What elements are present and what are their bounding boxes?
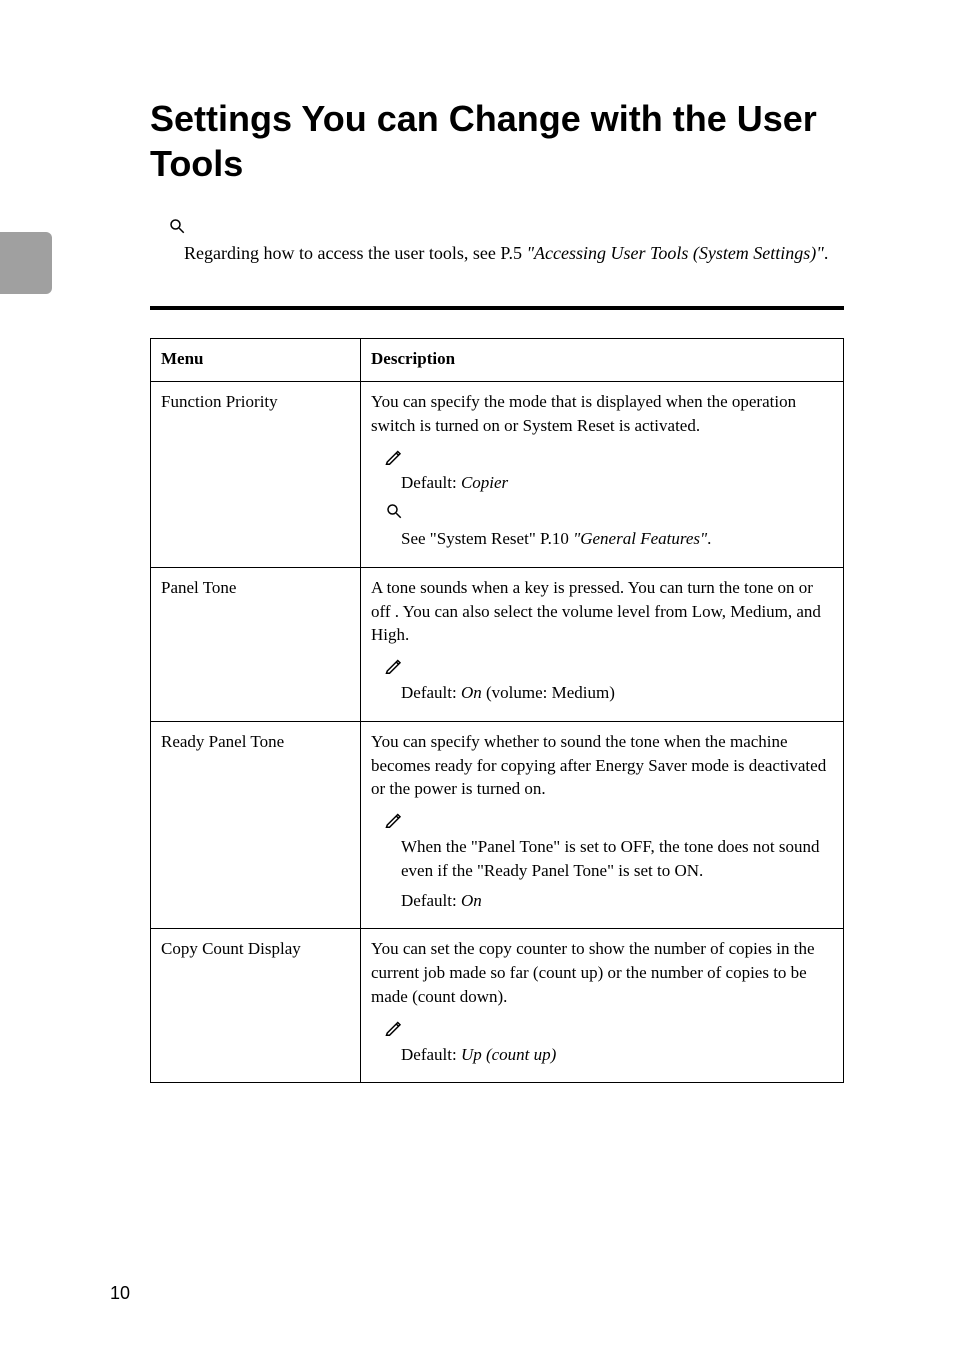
note-after: (volume: Medium) <box>482 683 615 702</box>
note-block: Default: On (volume: Medium) <box>385 655 833 705</box>
note-icon <box>385 446 833 470</box>
table-row: Copy Count Display You can set the copy … <box>151 929 844 1083</box>
note-block: Default: Copier <box>385 446 833 496</box>
reference-page: P.5 <box>500 243 526 263</box>
table-header-menu: Menu <box>151 339 361 382</box>
ref-italic: "General Features" <box>573 529 707 548</box>
note-italic: Up (count up) <box>461 1045 556 1064</box>
section-divider <box>150 306 844 310</box>
note-icon <box>385 1017 833 1041</box>
menu-cell: Ready Panel Tone <box>151 721 361 929</box>
note-line: Default: Up (count up) <box>385 1043 833 1067</box>
note-italic: On <box>461 683 482 702</box>
note-block: Default: Up (count up) <box>385 1017 833 1067</box>
note-para: When the "Panel Tone" is set to OFF, the… <box>385 835 833 883</box>
note-italic: Copier <box>461 473 508 492</box>
table-header-description: Description <box>361 339 844 382</box>
note-before: Default: <box>401 683 461 702</box>
reference-icon <box>168 214 844 240</box>
reference-before: Regarding how to access the user tools, … <box>184 243 500 263</box>
desc-main: You can specify whether to sound the ton… <box>371 730 833 801</box>
reference-icon <box>385 501 833 525</box>
ref-page: P.10 <box>540 529 573 548</box>
menu-cell: Panel Tone <box>151 567 361 721</box>
ref-before: See "System Reset" <box>401 529 540 548</box>
ref-after: . <box>707 529 711 548</box>
page-number: 10 <box>110 1283 130 1304</box>
reference-inline: See "System Reset" P.10 "General Feature… <box>385 501 833 551</box>
note-before: Default: <box>401 473 461 492</box>
note-before: Default: <box>401 1045 461 1064</box>
description-cell: You can specify the mode that is display… <box>361 381 844 567</box>
description-cell: You can specify whether to sound the ton… <box>361 721 844 929</box>
table-row: Ready Panel Tone You can specify whether… <box>151 721 844 929</box>
table-row: Panel Tone A tone sounds when a key is p… <box>151 567 844 721</box>
note-line: Default: Copier <box>385 471 833 495</box>
section-tab <box>0 232 52 294</box>
menu-cell: Copy Count Display <box>151 929 361 1083</box>
settings-table: Menu Description Function Priority You c… <box>150 338 844 1083</box>
note-italic: On <box>461 891 482 910</box>
note-before: Default: <box>401 891 461 910</box>
reference-block: Regarding how to access the user tools, … <box>168 214 844 266</box>
note-icon <box>385 809 833 833</box>
description-cell: You can set the copy counter to show the… <box>361 929 844 1083</box>
note-line: Default: On (volume: Medium) <box>385 681 833 705</box>
note-icon <box>385 655 833 679</box>
note-block: When the "Panel Tone" is set to OFF, the… <box>385 809 833 912</box>
page-title: Settings You can Change with the User To… <box>150 96 844 186</box>
table-row: Function Priority You can specify the mo… <box>151 381 844 567</box>
reference-after: . <box>824 243 829 263</box>
menu-cell: Function Priority <box>151 381 361 567</box>
reference-text: Regarding how to access the user tools, … <box>168 240 844 266</box>
desc-main: A tone sounds when a key is pressed. You… <box>371 576 833 647</box>
desc-main: You can specify the mode that is display… <box>371 390 833 438</box>
reference-italic: "Accessing User Tools (System Settings)" <box>526 243 823 263</box>
note-default: Default: On <box>385 889 833 913</box>
desc-main: You can set the copy counter to show the… <box>371 937 833 1008</box>
table-header-row: Menu Description <box>151 339 844 382</box>
reference-line: See "System Reset" P.10 "General Feature… <box>385 527 833 551</box>
description-cell: A tone sounds when a key is pressed. You… <box>361 567 844 721</box>
